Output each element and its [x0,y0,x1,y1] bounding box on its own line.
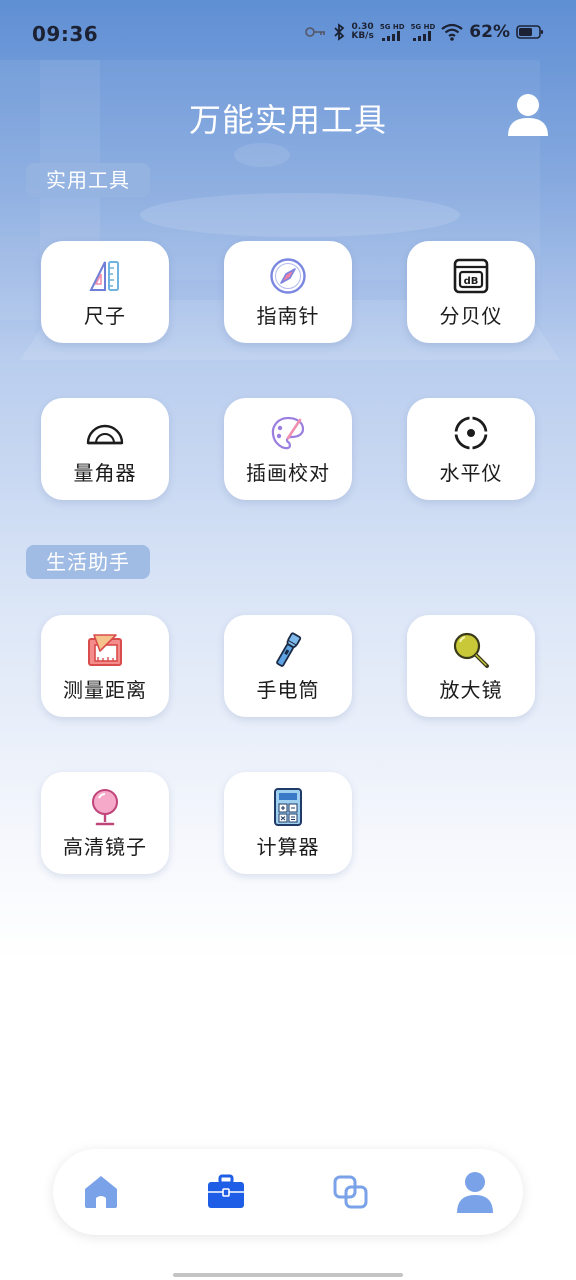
status-indicators: 0.30 KB/s 5G HD 5G HD 62% [305,22,544,42]
mirror-icon [85,787,125,827]
tool-level[interactable]: 水平仪 [407,398,535,500]
toolbox-icon [208,1174,244,1208]
nav-home[interactable] [81,1172,121,1212]
section-label-tools: 实用工具 [26,163,150,197]
nav-tools[interactable] [206,1172,246,1212]
tool-label: 放大镜 [439,677,503,702]
life-calculator[interactable]: 计算器 [224,772,352,874]
profile-button[interactable] [506,92,550,136]
palette-icon [268,413,308,453]
tool-label: 量角器 [73,460,137,485]
svg-text:dB: dB [464,276,479,287]
magnifier-icon [451,630,491,670]
battery-icon [516,24,544,40]
network-speed: 0.30 KB/s [351,23,373,41]
nav-profile[interactable] [455,1172,495,1213]
bottom-navigation [53,1149,523,1235]
life-hd-mirror[interactable]: 高清镜子 [41,772,169,874]
user-icon [457,1172,493,1213]
calculator-icon [268,787,308,827]
protractor-icon [85,413,125,453]
signal-sim1-icon: 5G HD [380,23,405,41]
decibel-meter-icon: dB [451,256,491,296]
distance-measure-icon [85,630,125,670]
sim1-label: 5G HD [379,23,405,31]
sim2-label: 5G HD [410,23,436,31]
key-icon [305,25,327,39]
tool-label: 手电筒 [256,677,320,702]
life-distance-measure[interactable]: 测量距离 [41,615,169,717]
tool-ruler[interactable]: 尺子 [41,241,169,343]
tool-label: 测量距离 [63,677,147,702]
home-indicator[interactable] [173,1273,403,1277]
section-label-life: 生活助手 [26,545,150,579]
tool-label: 计算器 [256,834,320,859]
tool-decibel-meter[interactable]: dB 分贝仪 [407,241,535,343]
tool-label: 尺子 [84,303,126,328]
tool-label: 指南针 [256,303,320,328]
overlap-squares-icon [333,1175,368,1209]
tool-label: 高清镜子 [63,834,147,859]
wifi-icon [441,23,463,41]
status-bar: 09:36 0.30 KB/s 5G HD 5G HD 62% [0,0,576,72]
compass-icon [268,256,308,296]
tool-illustration-proofing[interactable]: 插画校对 [224,398,352,500]
tool-protractor[interactable]: 量角器 [41,398,169,500]
flashlight-icon [268,630,308,670]
level-icon [451,413,491,453]
battery-percent: 62% [469,22,510,42]
ruler-icon [85,256,125,296]
signal-sim2-icon: 5G HD [410,23,436,41]
tool-label: 插画校对 [246,460,330,485]
home-icon [85,1176,117,1208]
network-speed-unit: KB/s [351,31,374,41]
life-flashlight[interactable]: 手电筒 [224,615,352,717]
tool-compass[interactable]: 指南针 [224,241,352,343]
tool-label: 分贝仪 [439,303,503,328]
nav-overlap[interactable] [331,1172,371,1212]
status-time: 09:36 [32,22,99,46]
bluetooth-icon [333,23,345,41]
page-title: 万能实用工具 [188,101,387,139]
life-magnifier[interactable]: 放大镜 [407,615,535,717]
tool-label: 水平仪 [439,460,503,485]
user-icon [508,94,548,136]
